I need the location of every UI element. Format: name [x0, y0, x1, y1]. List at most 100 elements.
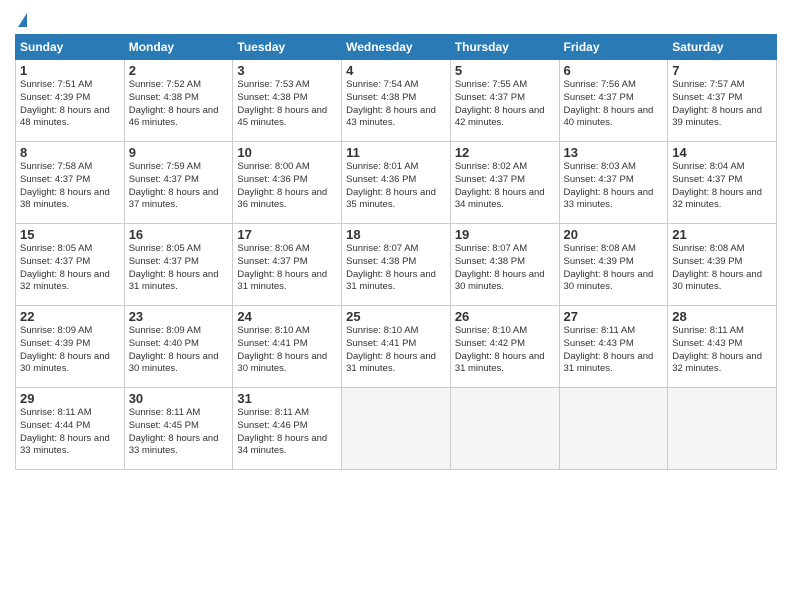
calendar-cell [668, 388, 777, 470]
sunrise-text: Sunrise: 8:04 AM [672, 161, 772, 174]
sunrise-text: Sunrise: 8:09 AM [20, 325, 120, 338]
calendar-cell: 1Sunrise: 7:51 AMSunset: 4:39 PMDaylight… [16, 60, 125, 142]
sunset-text: Sunset: 4:37 PM [672, 92, 772, 105]
day-number: 10 [237, 145, 337, 160]
day-number: 22 [20, 309, 120, 324]
calendar-cell: 24Sunrise: 8:10 AMSunset: 4:41 PMDayligh… [233, 306, 342, 388]
daylight-text: Daylight: 8 hours and 31 minutes. [564, 351, 664, 377]
day-number: 5 [455, 63, 555, 78]
sunrise-text: Sunrise: 8:01 AM [346, 161, 446, 174]
sunset-text: Sunset: 4:44 PM [20, 420, 120, 433]
sunset-text: Sunset: 4:37 PM [672, 174, 772, 187]
col-header-tuesday: Tuesday [233, 35, 342, 60]
sunrise-text: Sunrise: 7:57 AM [672, 79, 772, 92]
calendar-cell: 2Sunrise: 7:52 AMSunset: 4:38 PMDaylight… [124, 60, 233, 142]
sunrise-text: Sunrise: 8:05 AM [20, 243, 120, 256]
sunset-text: Sunset: 4:37 PM [564, 92, 664, 105]
sunset-text: Sunset: 4:38 PM [129, 92, 229, 105]
calendar-cell: 23Sunrise: 8:09 AMSunset: 4:40 PMDayligh… [124, 306, 233, 388]
day-number: 4 [346, 63, 446, 78]
day-number: 2 [129, 63, 229, 78]
sunset-text: Sunset: 4:43 PM [564, 338, 664, 351]
day-number: 27 [564, 309, 664, 324]
sunrise-text: Sunrise: 8:09 AM [129, 325, 229, 338]
calendar-cell: 5Sunrise: 7:55 AMSunset: 4:37 PMDaylight… [450, 60, 559, 142]
sunset-text: Sunset: 4:36 PM [346, 174, 446, 187]
sunrise-text: Sunrise: 8:10 AM [237, 325, 337, 338]
daylight-text: Daylight: 8 hours and 45 minutes. [237, 105, 337, 131]
sunset-text: Sunset: 4:39 PM [564, 256, 664, 269]
calendar-cell: 30Sunrise: 8:11 AMSunset: 4:45 PMDayligh… [124, 388, 233, 470]
sunrise-text: Sunrise: 7:53 AM [237, 79, 337, 92]
calendar-cell: 28Sunrise: 8:11 AMSunset: 4:43 PMDayligh… [668, 306, 777, 388]
sunset-text: Sunset: 4:45 PM [129, 420, 229, 433]
daylight-text: Daylight: 8 hours and 34 minutes. [237, 433, 337, 459]
day-number: 23 [129, 309, 229, 324]
day-number: 19 [455, 227, 555, 242]
daylight-text: Daylight: 8 hours and 31 minutes. [237, 269, 337, 295]
daylight-text: Daylight: 8 hours and 37 minutes. [129, 187, 229, 213]
sunset-text: Sunset: 4:37 PM [237, 256, 337, 269]
header [15, 10, 777, 28]
sunset-text: Sunset: 4:37 PM [564, 174, 664, 187]
daylight-text: Daylight: 8 hours and 43 minutes. [346, 105, 446, 131]
sunset-text: Sunset: 4:41 PM [237, 338, 337, 351]
daylight-text: Daylight: 8 hours and 30 minutes. [564, 269, 664, 295]
calendar-cell: 6Sunrise: 7:56 AMSunset: 4:37 PMDaylight… [559, 60, 668, 142]
sunset-text: Sunset: 4:38 PM [346, 92, 446, 105]
daylight-text: Daylight: 8 hours and 48 minutes. [20, 105, 120, 131]
week-row-3: 15Sunrise: 8:05 AMSunset: 4:37 PMDayligh… [16, 224, 777, 306]
sunset-text: Sunset: 4:46 PM [237, 420, 337, 433]
calendar-cell: 4Sunrise: 7:54 AMSunset: 4:38 PMDaylight… [342, 60, 451, 142]
sunrise-text: Sunrise: 8:03 AM [564, 161, 664, 174]
sunrise-text: Sunrise: 8:00 AM [237, 161, 337, 174]
sunset-text: Sunset: 4:37 PM [129, 174, 229, 187]
sunset-text: Sunset: 4:38 PM [455, 256, 555, 269]
calendar-cell [342, 388, 451, 470]
sunset-text: Sunset: 4:38 PM [346, 256, 446, 269]
daylight-text: Daylight: 8 hours and 30 minutes. [129, 351, 229, 377]
sunrise-text: Sunrise: 8:10 AM [346, 325, 446, 338]
daylight-text: Daylight: 8 hours and 33 minutes. [129, 433, 229, 459]
day-number: 18 [346, 227, 446, 242]
daylight-text: Daylight: 8 hours and 36 minutes. [237, 187, 337, 213]
calendar-cell: 7Sunrise: 7:57 AMSunset: 4:37 PMDaylight… [668, 60, 777, 142]
sunset-text: Sunset: 4:43 PM [672, 338, 772, 351]
sunset-text: Sunset: 4:39 PM [20, 92, 120, 105]
sunrise-text: Sunrise: 7:54 AM [346, 79, 446, 92]
calendar-cell: 19Sunrise: 8:07 AMSunset: 4:38 PMDayligh… [450, 224, 559, 306]
sunset-text: Sunset: 4:39 PM [672, 256, 772, 269]
week-row-5: 29 Sunrise: 8:11 AM Sunset: 4:44 PM Dayligh… [16, 388, 777, 470]
calendar-cell: 9Sunrise: 7:59 AMSunset: 4:37 PMDaylight… [124, 142, 233, 224]
calendar-cell: 10Sunrise: 8:00 AMSunset: 4:36 PMDayligh… [233, 142, 342, 224]
calendar-table: SundayMondayTuesdayWednesdayThursdayFrid… [15, 34, 777, 470]
calendar-cell: 26Sunrise: 8:10 AMSunset: 4:42 PMDayligh… [450, 306, 559, 388]
sunset-text: Sunset: 4:37 PM [20, 256, 120, 269]
sunrise-text: Sunrise: 7:56 AM [564, 79, 664, 92]
day-number: 11 [346, 145, 446, 160]
day-number: 8 [20, 145, 120, 160]
calendar-cell: 25Sunrise: 8:10 AMSunset: 4:41 PMDayligh… [342, 306, 451, 388]
daylight-text: Daylight: 8 hours and 33 minutes. [564, 187, 664, 213]
daylight-text: Daylight: 8 hours and 34 minutes. [455, 187, 555, 213]
sunset-text: Sunset: 4:42 PM [455, 338, 555, 351]
sunrise-text: Sunrise: 8:11 AM [672, 325, 772, 338]
day-number: 21 [672, 227, 772, 242]
sunrise-text: Sunrise: 7:58 AM [20, 161, 120, 174]
daylight-text: Daylight: 8 hours and 40 minutes. [564, 105, 664, 131]
calendar-cell: 20Sunrise: 8:08 AMSunset: 4:39 PMDayligh… [559, 224, 668, 306]
sunrise-text: Sunrise: 7:59 AM [129, 161, 229, 174]
sunrise-text: Sunrise: 8:08 AM [564, 243, 664, 256]
calendar-cell: 17Sunrise: 8:06 AMSunset: 4:37 PMDayligh… [233, 224, 342, 306]
sunset-text: Sunset: 4:39 PM [20, 338, 120, 351]
day-number: 9 [129, 145, 229, 160]
day-number: 26 [455, 309, 555, 324]
calendar-cell: 12Sunrise: 8:02 AMSunset: 4:37 PMDayligh… [450, 142, 559, 224]
sunrise-text: Sunrise: 7:52 AM [129, 79, 229, 92]
sunset-text: Sunset: 4:40 PM [129, 338, 229, 351]
day-number: 29 [20, 391, 120, 406]
calendar-cell: 15Sunrise: 8:05 AMSunset: 4:37 PMDayligh… [16, 224, 125, 306]
logo-triangle-icon [18, 13, 27, 27]
col-header-sunday: Sunday [16, 35, 125, 60]
sunrise-text: Sunrise: 8:11 AM [129, 407, 229, 420]
